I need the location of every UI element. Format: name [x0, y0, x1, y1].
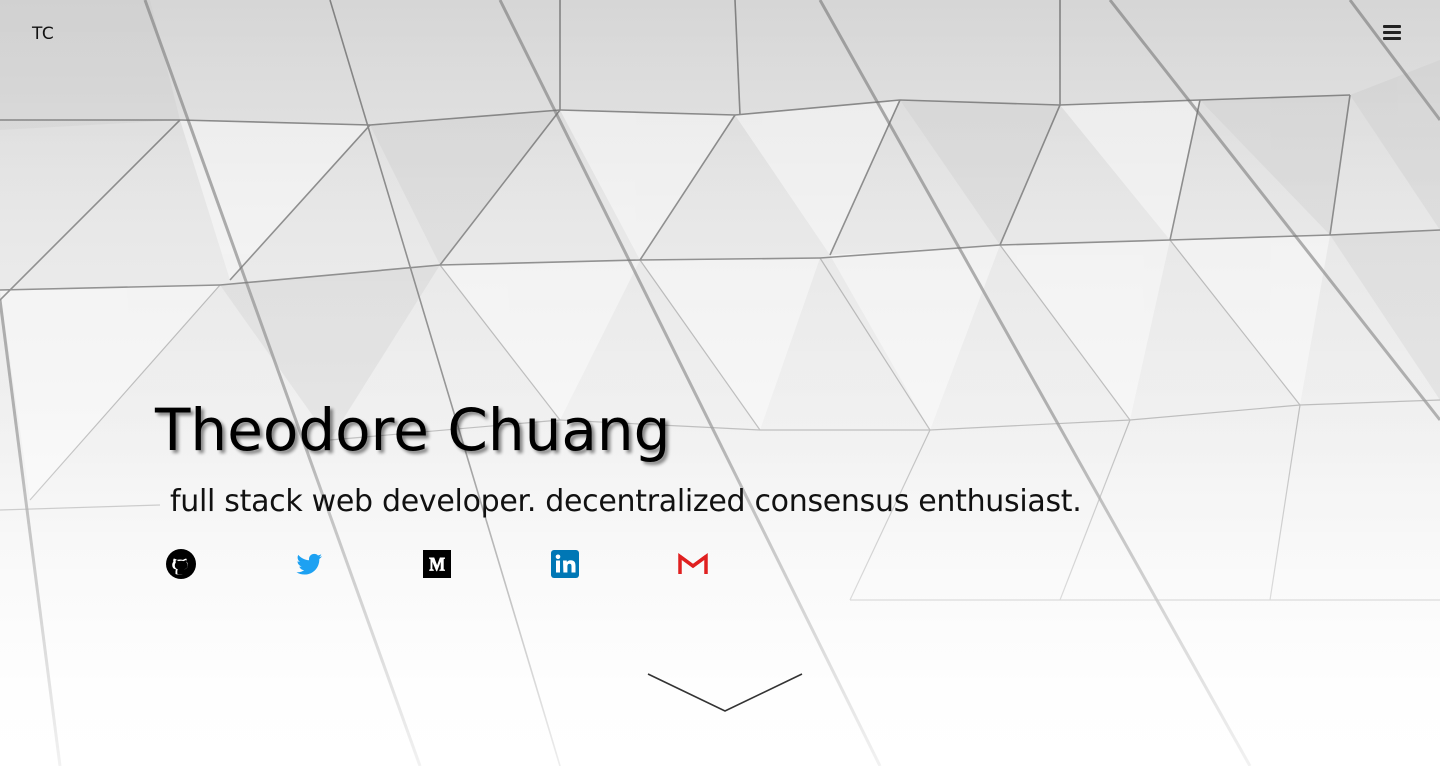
menu-bar [1383, 25, 1401, 28]
brand-logo[interactable]: TC [32, 24, 54, 44]
medium-icon [423, 550, 451, 578]
github-link[interactable] [165, 548, 197, 580]
gmail-icon [678, 553, 708, 574]
background-image [0, 0, 1440, 766]
hero-section: TC Theodore Chuang full stack web develo… [0, 0, 1440, 766]
social-links [165, 548, 725, 580]
tagline: full stack web developer. decentralized … [170, 484, 1082, 519]
twitter-icon [296, 553, 322, 575]
linkedin-link[interactable] [549, 548, 581, 580]
chevron-down-icon[interactable] [646, 672, 804, 714]
menu-bar [1383, 37, 1401, 40]
hamburger-menu-icon[interactable] [1380, 22, 1404, 44]
menu-bar [1383, 31, 1401, 34]
github-icon [166, 549, 196, 579]
medium-link[interactable] [421, 548, 453, 580]
linkedin-icon [551, 550, 579, 578]
gmail-link[interactable] [677, 548, 709, 580]
page-title: Theodore Chuang [155, 396, 671, 464]
twitter-link[interactable] [293, 548, 325, 580]
